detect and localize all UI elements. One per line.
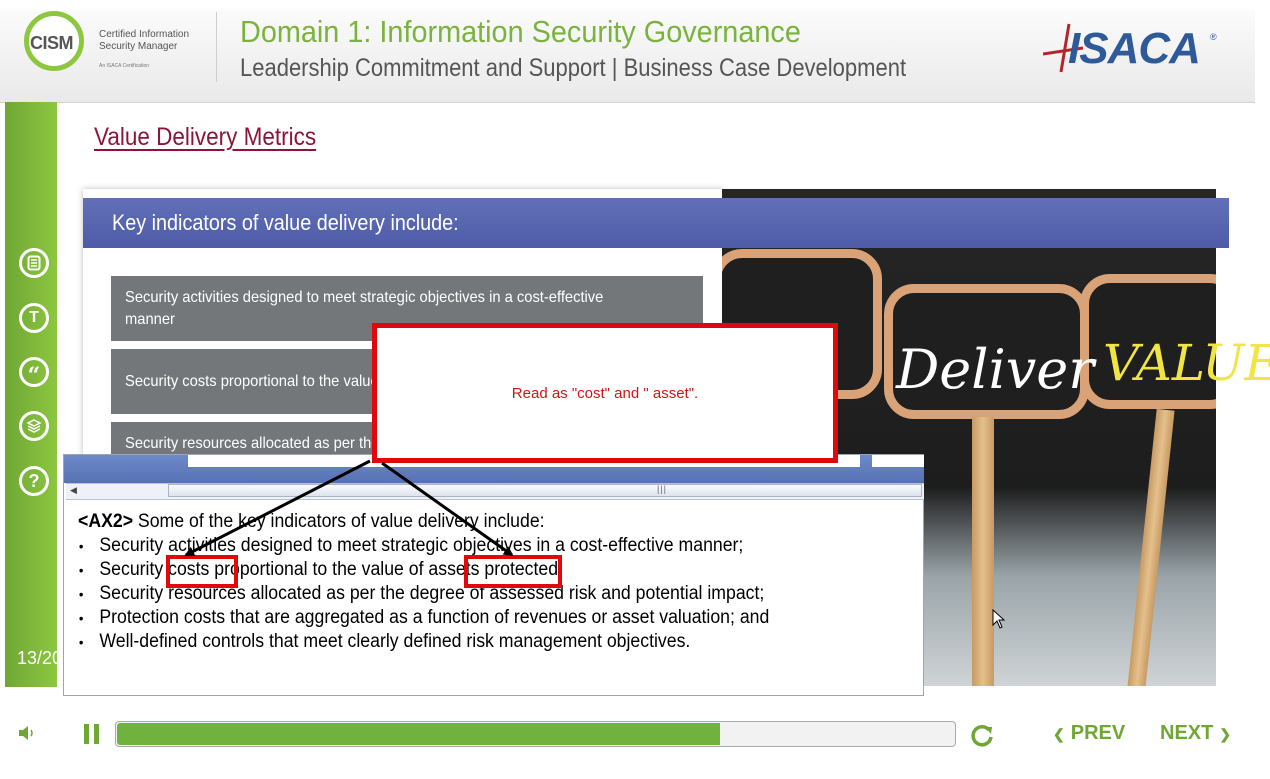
mouse-cursor-icon [992, 609, 1006, 629]
next-label: NEXT [1160, 722, 1214, 744]
arrow-to-costs [184, 459, 371, 557]
progress-bar-fill [117, 723, 720, 745]
chevron-left-icon: ❮ [1053, 726, 1065, 742]
pause-icon[interactable] [82, 723, 102, 745]
chevron-right-icon: ❯ [1219, 726, 1232, 742]
arrow-to-assets [381, 461, 514, 557]
prev-button[interactable]: ❮ PREV [1053, 722, 1125, 745]
next-button[interactable]: NEXT ❯ [1160, 722, 1231, 745]
volume-icon[interactable] [18, 724, 40, 742]
prev-label: PREV [1070, 722, 1126, 744]
annotation-arrows [184, 459, 514, 557]
replay-icon[interactable] [968, 722, 996, 750]
